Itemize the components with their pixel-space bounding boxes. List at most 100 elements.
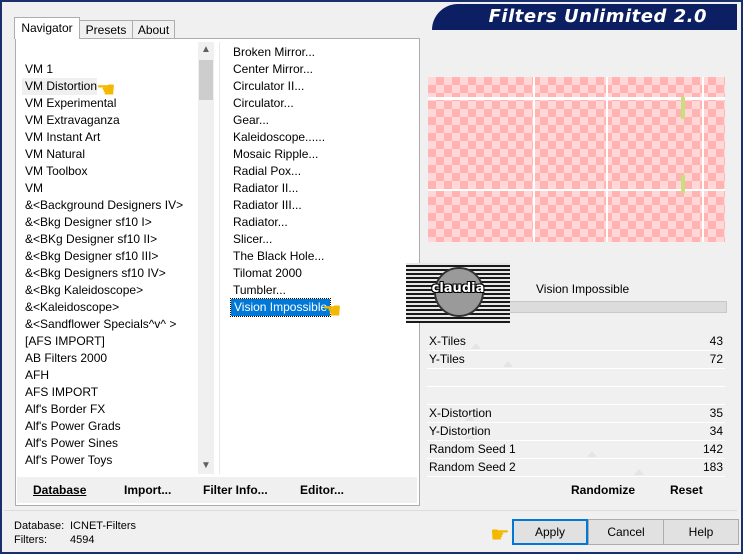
tab-navigator[interactable]: Navigator — [14, 17, 80, 39]
category-item[interactable]: VM — [22, 180, 43, 197]
category-item[interactable]: &<Bkg Designers sf10 IV> — [22, 265, 166, 282]
category-item[interactable]: VM 1 — [22, 61, 53, 78]
database-button[interactable]: Database — [33, 477, 86, 503]
slider-y-tiles[interactable]: Y-Tiles 72 — [427, 351, 725, 369]
watermark-logo: claudia — [406, 263, 510, 323]
filter-item[interactable]: The Black Hole... — [230, 248, 327, 265]
parameter-sliders: X-Tiles 43 Y-Tiles 72 X-Distortion 35 Y-… — [427, 333, 725, 477]
category-list[interactable]: VM 1 VM Distortion VM Experimental VM Ex… — [22, 42, 197, 472]
category-item[interactable]: &<BKg Designer sf10 II> — [22, 231, 157, 248]
slider-label: Random Seed 2 — [429, 460, 516, 474]
slider-label: Random Seed 1 — [429, 442, 516, 456]
slider-empty-row — [427, 387, 725, 405]
category-item[interactable]: Alf's Power Sines — [22, 435, 118, 452]
filter-info-button[interactable]: Filter Info... — [203, 477, 268, 503]
filter-item[interactable]: Broken Mirror... — [230, 44, 318, 61]
category-item[interactable]: VM Natural — [22, 146, 85, 163]
category-item[interactable]: &<Kaleidoscope> — [22, 299, 119, 316]
category-item[interactable]: VM Toolbox — [22, 163, 87, 180]
pointing-hand-icon: ☛ — [490, 522, 510, 547]
filter-item[interactable]: Tumbler... — [230, 282, 289, 299]
database-button-label: Database — [33, 483, 87, 497]
selected-filter-name: Vision Impossible — [536, 282, 630, 296]
filter-list[interactable]: Broken Mirror... Center Mirror... Circul… — [229, 44, 420, 324]
randomize-bar: Randomize Reset — [427, 477, 725, 503]
slider-value: 34 — [709, 424, 723, 438]
category-item[interactable]: AB Filters 2000 — [22, 350, 107, 367]
category-item[interactable]: AFH — [22, 367, 49, 384]
cancel-button[interactable]: Cancel — [588, 519, 664, 545]
scroll-up-arrow-icon[interactable]: ▲ — [198, 42, 214, 58]
category-item[interactable]: Alf's Power Toys — [22, 452, 112, 469]
filter-item[interactable]: Radiator III... — [230, 197, 305, 214]
tab-presets[interactable]: Presets — [78, 20, 134, 39]
slider-random-seed-2[interactable]: Random Seed 2 183 — [427, 459, 725, 477]
filter-item[interactable]: Circulator... — [230, 95, 297, 112]
tab-about[interactable]: About — [132, 20, 175, 39]
slider-thumb[interactable] — [634, 469, 644, 475]
slider-y-distortion[interactable]: Y-Distortion 34 — [427, 423, 725, 441]
category-item[interactable]: [AFS IMPORT] — [22, 333, 105, 350]
category-item[interactable]: AFS IMPORT — [22, 384, 98, 401]
slider-value: 35 — [709, 406, 723, 420]
category-item[interactable]: VM Instant Art — [22, 129, 100, 146]
slider-x-tiles[interactable]: X-Tiles 43 — [427, 333, 725, 351]
slider-empty-row — [427, 369, 725, 387]
filter-item-selected[interactable]: Vision Impossible — [229, 298, 332, 317]
category-item[interactable]: Alf's Power Grads — [22, 418, 121, 435]
slider-thumb[interactable] — [465, 415, 475, 421]
category-item[interactable]: &<Bkg Designer sf10 I> — [22, 214, 152, 231]
pointing-hand-icon: ☚ — [322, 298, 342, 323]
import-button-label: Import... — [124, 483, 172, 497]
preview-mark — [681, 97, 685, 119]
filter-item[interactable]: Gear... — [230, 112, 272, 129]
filters-count-value: 4594 — [70, 534, 95, 546]
slider-label: X-Distortion — [429, 406, 492, 420]
filter-item[interactable]: Slicer... — [230, 231, 275, 248]
preview-mark — [681, 175, 685, 193]
filter-item[interactable]: Tilomat 2000 — [230, 265, 305, 282]
help-button[interactable]: Help — [663, 519, 739, 545]
scrollbar-thumb[interactable] — [199, 60, 213, 100]
filter-item[interactable]: Circulator II... — [230, 78, 307, 95]
filter-item[interactable]: Radiator... — [230, 214, 291, 231]
slider-thumb[interactable] — [471, 343, 481, 349]
slider-thumb[interactable] — [464, 433, 474, 439]
logo-text: claudia — [431, 281, 485, 296]
slider-x-distortion[interactable]: X-Distortion 35 — [427, 405, 725, 423]
filter-item[interactable]: Radial Pox... — [230, 163, 304, 180]
import-button[interactable]: Import... — [124, 477, 171, 503]
filter-item[interactable]: Kaleidoscope...... — [230, 129, 328, 146]
category-item-selected[interactable]: VM Distortion — [22, 78, 98, 95]
slider-value: 142 — [702, 442, 723, 456]
editor-button[interactable]: Editor... — [300, 477, 344, 503]
database-label: Database: — [14, 520, 65, 532]
category-item[interactable]: Alf's Border FX — [22, 401, 105, 418]
filter-item[interactable]: Center Mirror... — [230, 61, 316, 78]
database-status: Database: ICNET-Filters Filters: 4594 — [14, 519, 136, 547]
slider-value: 72 — [709, 352, 723, 366]
list-divider — [219, 42, 220, 474]
category-item[interactable]: &<Sandflower Specials^v^ > — [22, 316, 176, 333]
pointing-hand-icon: ☚ — [96, 77, 116, 102]
category-scrollbar[interactable]: ▲ ▼ — [198, 42, 214, 474]
category-item[interactable]: &<Bkg Kaleidoscope> — [22, 282, 143, 299]
randomize-button[interactable]: Randomize — [571, 477, 635, 503]
filter-item[interactable]: Radiator II... — [230, 180, 301, 197]
preview-tile-gap — [702, 77, 704, 242]
scroll-down-arrow-icon[interactable]: ▼ — [198, 458, 214, 474]
apply-button[interactable]: Apply — [512, 519, 588, 545]
category-item[interactable]: VM Extravaganza — [22, 112, 120, 129]
footer-divider — [4, 510, 737, 511]
slider-thumb[interactable] — [587, 451, 597, 457]
category-item[interactable]: &<Bkg Designer sf10 III> — [22, 248, 158, 265]
preview-image — [428, 77, 725, 242]
reset-button[interactable]: Reset — [670, 477, 703, 503]
slider-random-seed-1[interactable]: Random Seed 1 142 — [427, 441, 725, 459]
navigator-button-bar: Database Import... Filter Info... Editor… — [17, 477, 417, 503]
slider-label: Y-Tiles — [429, 352, 465, 366]
slider-thumb[interactable] — [503, 361, 513, 367]
category-item[interactable]: &<Background Designers IV> — [22, 197, 183, 214]
slider-label: Y-Distortion — [429, 424, 491, 438]
filter-item[interactable]: Mosaic Ripple... — [230, 146, 321, 163]
